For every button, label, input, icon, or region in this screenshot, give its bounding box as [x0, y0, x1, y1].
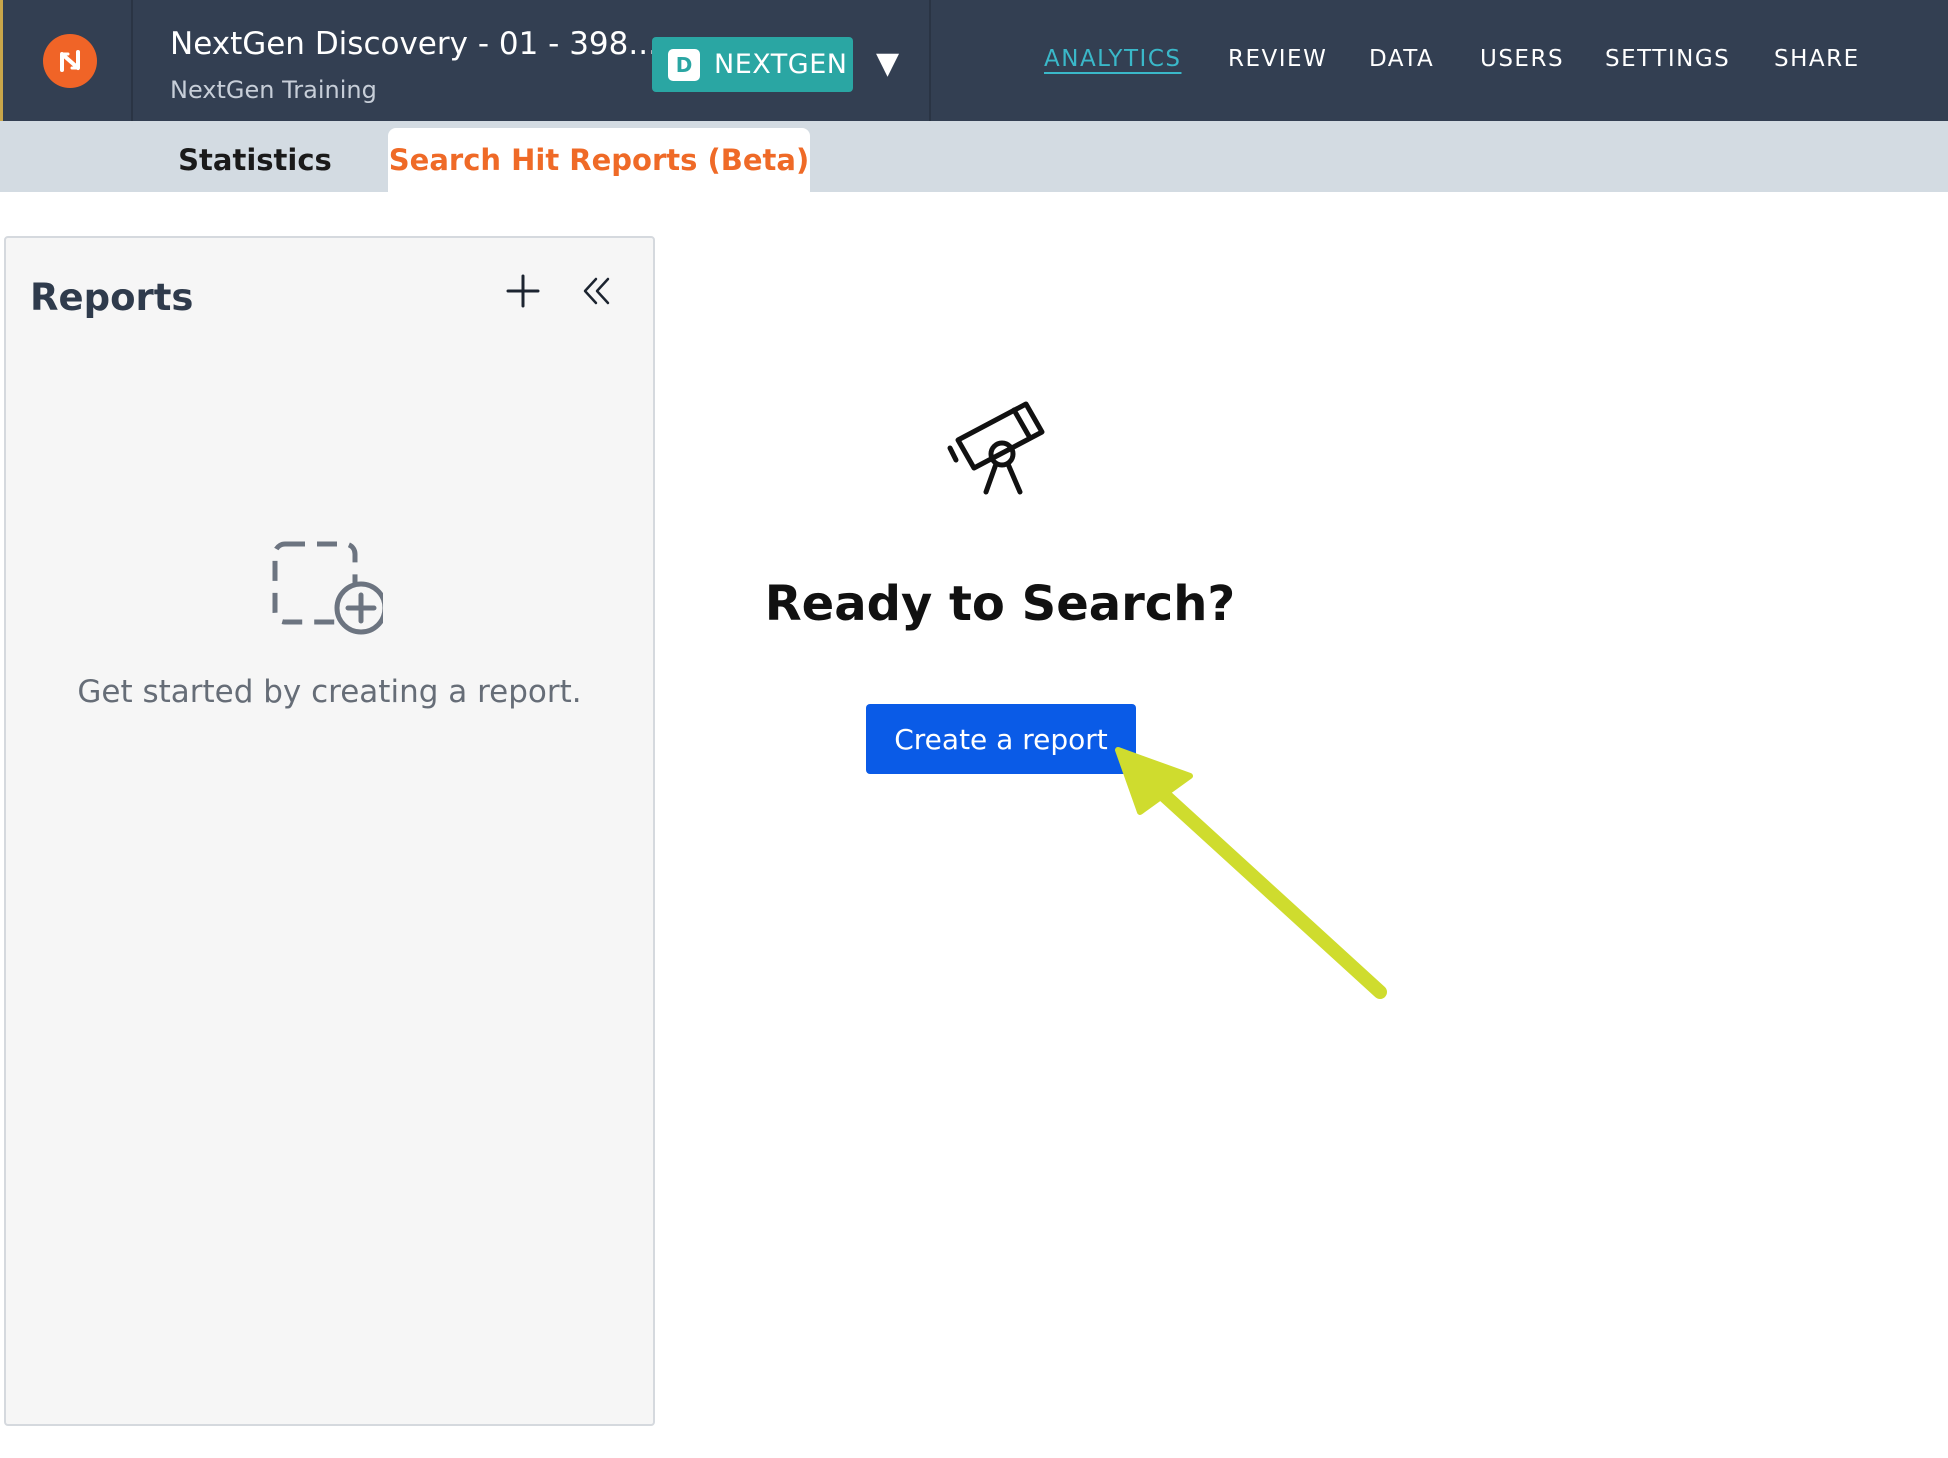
telescope-icon — [947, 401, 1045, 495]
app-logo-icon[interactable] — [43, 34, 97, 88]
dashed-square-add-icon — [272, 541, 383, 635]
double-chevron-left-icon — [583, 277, 610, 305]
badge-label: NEXTGEN — [714, 49, 848, 80]
create-report-button[interactable]: Create a report — [866, 704, 1136, 774]
project-selector[interactable]: NextGen Discovery - 01 - 398... NextGen … — [133, 0, 931, 121]
badge-letter: D — [668, 48, 700, 81]
annotation-arrow-icon — [1115, 747, 1387, 999]
nav-share[interactable]: SHARE — [1774, 46, 1860, 72]
top-navigation-bar: NextGen Discovery - 01 - 398... NextGen … — [0, 0, 1948, 121]
project-subtitle: NextGen Training — [170, 76, 377, 104]
tab-statistics[interactable]: Statistics — [160, 128, 350, 192]
dropdown-caret-icon[interactable]: ▼ — [876, 46, 899, 81]
add-report-button[interactable] — [502, 270, 544, 312]
empty-state-text: Get started by creating a report. — [77, 674, 582, 710]
reports-panel-title: Reports — [30, 276, 194, 319]
plus-icon — [506, 274, 540, 308]
nav-settings[interactable]: SETTINGS — [1605, 46, 1730, 72]
logo-cell — [3, 0, 133, 121]
nav-analytics[interactable]: ANALYTICS — [1044, 46, 1181, 72]
nav-data[interactable]: DATA — [1369, 46, 1434, 72]
collapse-panel-button[interactable] — [576, 270, 618, 312]
tab-strip: Statistics Search Hit Reports (Beta) — [0, 121, 1948, 192]
logo-glyph-icon — [60, 50, 80, 72]
project-title: NextGen Discovery - 01 - 398... — [170, 26, 658, 62]
nav-users[interactable]: USERS — [1480, 46, 1564, 72]
tab-search-hit-reports[interactable]: Search Hit Reports (Beta) — [388, 128, 810, 192]
ready-heading: Ready to Search? — [764, 576, 1236, 632]
workspace-badge[interactable]: D NEXTGEN — [652, 37, 853, 92]
nav-review[interactable]: REVIEW — [1228, 46, 1327, 72]
reports-panel: Reports Get started by creating a report… — [4, 236, 655, 1426]
